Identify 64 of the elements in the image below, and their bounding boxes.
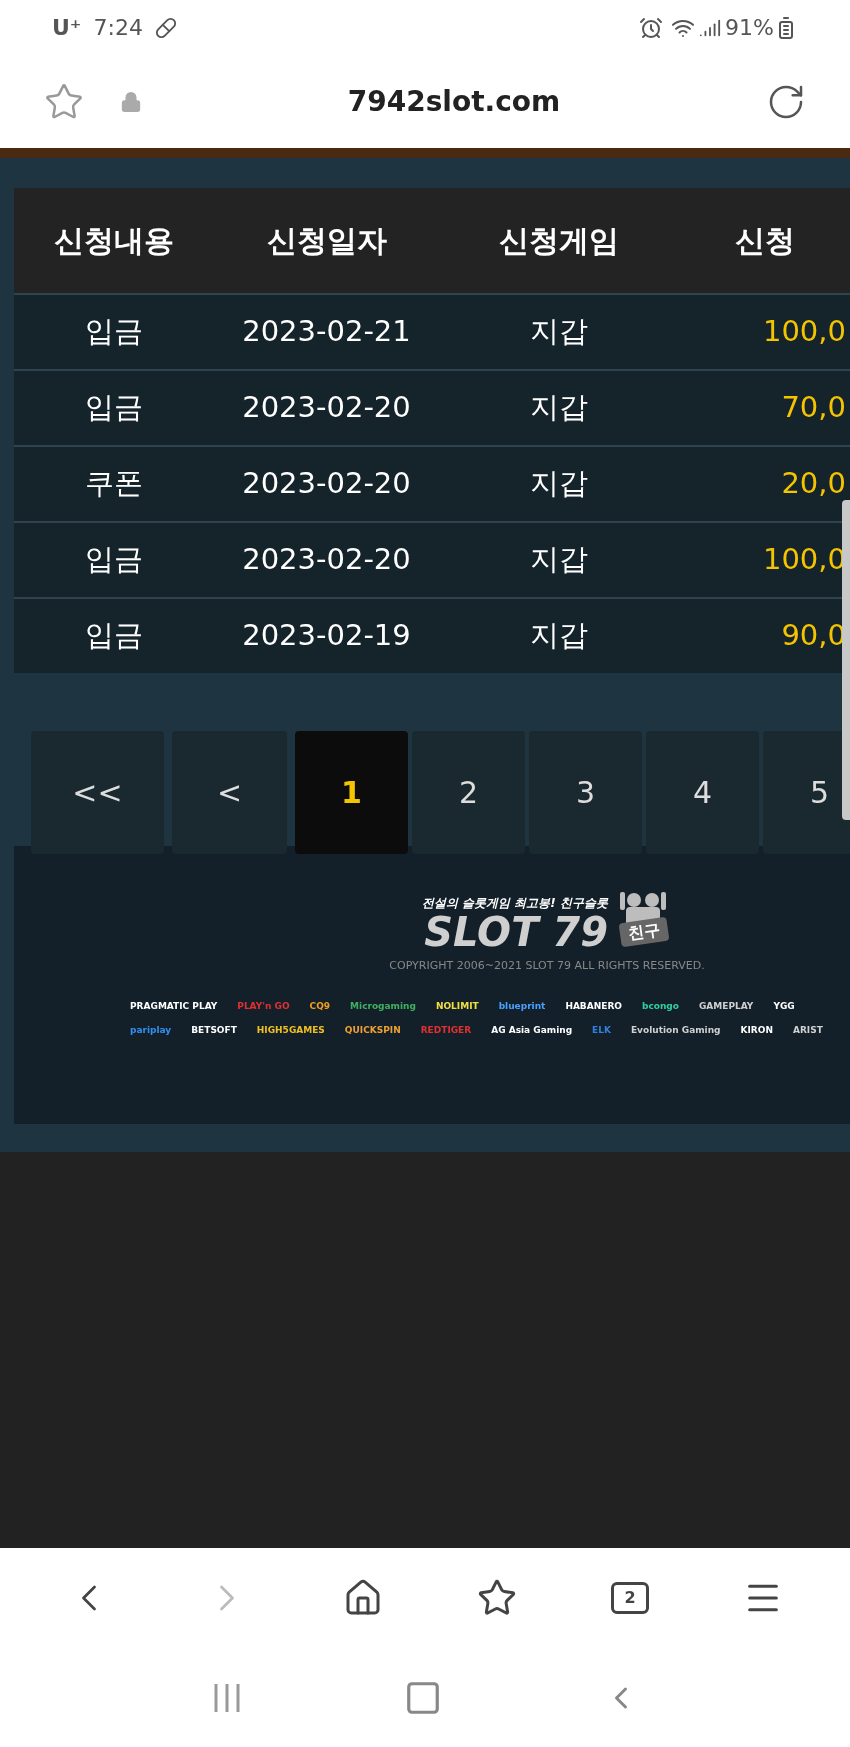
provider-logo: pariplay xyxy=(130,1023,172,1037)
provider-logo: QUICKSPIN xyxy=(344,1023,401,1037)
tabs-button[interactable]: 2 xyxy=(611,1582,649,1614)
lock-icon xyxy=(120,90,142,113)
table-cell-text: 70,0 xyxy=(781,389,846,427)
table-cell-text: 100,0 xyxy=(762,313,846,351)
logo-wordmark: SLOT 79 xyxy=(424,912,608,952)
table-cell-text: 2023-02-20 xyxy=(242,541,411,579)
table-cell-text: 2023-02-20 xyxy=(242,465,411,503)
provider-logo: BETSOFT xyxy=(191,1023,237,1037)
provider-logo: Microgaming xyxy=(350,999,416,1013)
table-cell-text: 입금 xyxy=(85,617,143,655)
provider-logo: ARIST xyxy=(792,1023,823,1037)
provider-logo: REDTIGER xyxy=(420,1023,472,1037)
provider-logo: CQ9 xyxy=(309,999,331,1013)
alarm-icon xyxy=(639,15,664,40)
table-cell-text: 지갑 xyxy=(530,465,588,503)
pill-icon xyxy=(154,16,177,39)
logo-badge: 친구 xyxy=(618,916,670,948)
provider-logo: blueprint xyxy=(498,999,546,1013)
page-button[interactable]: < xyxy=(172,731,287,854)
table-cell-text: 입금 xyxy=(85,389,143,427)
column-header: 신청일자 xyxy=(266,222,387,260)
provider-logo: PLAY'n GO xyxy=(237,999,290,1013)
provider-logo: KIRON xyxy=(740,1023,773,1037)
provider-logo: ELK xyxy=(592,1023,611,1037)
table-cell-text: 2023-02-21 xyxy=(242,313,411,351)
provider-logo: Evolution Gaming xyxy=(630,1023,721,1037)
table-cell-text: 쿠폰 xyxy=(85,465,143,503)
table-cell-text: 지갑 xyxy=(530,541,588,579)
copyright-text: COPYRIGHT 2006~2021 SLOT 79 ALL RIGHTS RESERVED. xyxy=(389,958,705,974)
page-button[interactable]: 3 xyxy=(529,731,642,854)
page-button[interactable]: 4 xyxy=(646,731,759,854)
table-cell-text: 20,0 xyxy=(781,465,846,503)
page-button[interactable]: 2 xyxy=(412,731,525,854)
clock-time: 7:24 xyxy=(93,14,143,42)
table-cell-text: 100,0 xyxy=(762,541,846,579)
column-header: 신청게임 xyxy=(499,222,619,260)
table-cell-text: 입금 xyxy=(85,541,143,579)
battery-percent: 91% xyxy=(725,14,774,42)
provider-logo: bcongo xyxy=(641,999,679,1013)
provider-logo: NOLIMIT xyxy=(435,999,479,1013)
table-cell-text: 지갑 xyxy=(530,313,588,351)
page-button[interactable]: << xyxy=(31,731,164,854)
table-cell-text: 2023-02-20 xyxy=(242,389,411,427)
provider-logo: PRAGMATIC PLAY xyxy=(130,999,218,1013)
provider-logo: HIGH5GAMES xyxy=(256,1023,325,1037)
table-cell-text: 2023-02-19 xyxy=(242,617,411,655)
page-button[interactable]: 1 xyxy=(295,731,408,854)
provider-logo: GAMEPLAY xyxy=(698,999,754,1013)
column-header: 신청내용 xyxy=(54,222,174,260)
provider-logo: AG Asia Gaming xyxy=(491,1023,573,1037)
column-header: 신청 xyxy=(735,222,795,260)
bookmarks-icon[interactable] xyxy=(477,1578,517,1618)
scrollbar-thumb[interactable] xyxy=(842,500,850,820)
provider-logo: YGG xyxy=(773,999,795,1013)
table-cell-text: 입금 xyxy=(85,313,143,351)
provider-logo: HABANERO xyxy=(565,999,622,1013)
url-text[interactable]: 7942slot.com xyxy=(347,80,561,123)
table-cell-text: 지갑 xyxy=(530,389,588,427)
logo-tagline: 전설의 슬롯게임 최고봉! 친구슬롯 xyxy=(422,895,608,912)
table-cell-text: 지갑 xyxy=(530,617,588,655)
page-button[interactable]: 5 xyxy=(763,731,850,854)
carrier-label: U⁺ xyxy=(52,14,82,42)
